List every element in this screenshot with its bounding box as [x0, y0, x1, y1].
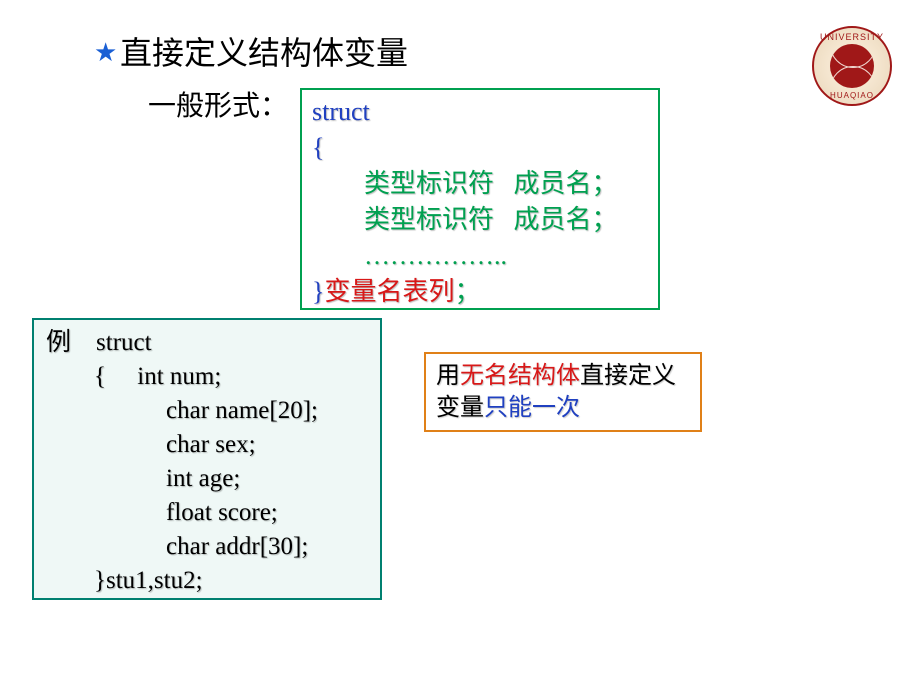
ex-line3: char sex; — [46, 428, 256, 462]
seal-text-top: UNIVERSITY — [820, 32, 884, 42]
ex-line4: int age; — [46, 462, 240, 496]
keyword-struct: struct — [312, 97, 370, 126]
callout-blue: 只能一次 — [484, 395, 580, 421]
brace-open: { — [312, 133, 324, 162]
slide-title: 直接定义结构体变量 — [120, 28, 408, 74]
ex-struct: struct — [96, 329, 152, 356]
brace-close: } — [312, 277, 324, 306]
callout-note-box: 用无名结构体直接定义变量只能一次 — [424, 352, 702, 432]
ellipsis: …………….. — [364, 241, 507, 270]
member-name-2: 成员名； — [514, 205, 618, 234]
variable-list: 变量名表列 — [324, 277, 454, 306]
ex-line6: char addr[30]; — [46, 530, 308, 564]
slide-subtitle: 一般形式： — [148, 84, 288, 124]
callout-red: 无名结构体 — [460, 363, 580, 389]
semicolon: ； — [455, 277, 481, 306]
syntax-definition-box: struct { 类型标识符 成员名； 类型标识符 成员名； …………….. }… — [300, 88, 660, 310]
example-label: 例 — [46, 329, 71, 356]
bullet-star-icon: ★ — [94, 38, 117, 68]
ex-line5: float score; — [46, 496, 278, 530]
example-code-box: 例 struct { int num; char name[20]; char … — [32, 318, 382, 600]
seal-text-bottom: HUAQIAO — [830, 91, 874, 100]
globe-icon — [830, 44, 874, 88]
ex-close-line: }stu1,stu2; — [46, 564, 203, 598]
callout-pre: 用 — [436, 363, 460, 389]
ex-line2: char name[20]; — [46, 394, 318, 428]
university-seal-icon: UNIVERSITY HUAQIAO — [812, 26, 892, 106]
member-name: 成员名； — [514, 169, 618, 198]
type-identifier: 类型标识符 — [364, 169, 494, 198]
ex-brace-open: { int num; — [46, 360, 221, 394]
type-identifier-2: 类型标识符 — [364, 205, 494, 234]
